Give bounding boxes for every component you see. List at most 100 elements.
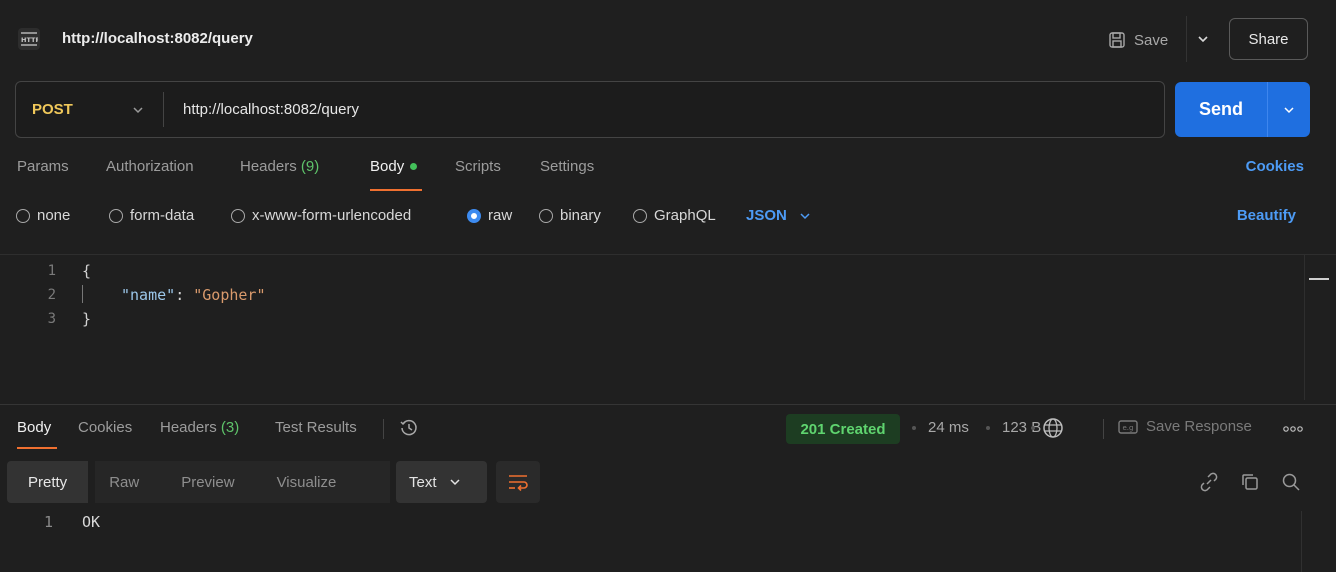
tab-settings[interactable]: Settings	[540, 158, 594, 175]
save-response-icon: e.g	[1118, 419, 1138, 434]
radio-label: GraphQL	[654, 207, 716, 224]
tab-body-label: Body	[370, 158, 405, 175]
response-scrollbar[interactable]	[1301, 511, 1302, 572]
response-body-text[interactable]: OK	[82, 513, 100, 531]
format-select[interactable]: JSON	[746, 207, 811, 224]
separator-dot	[986, 426, 990, 430]
radio-circle	[109, 208, 123, 223]
radio-label: raw	[488, 207, 513, 224]
editor-scrollbar[interactable]	[1304, 255, 1336, 400]
response-tab-body[interactable]: Body	[17, 419, 51, 436]
radio-binary[interactable]: binary	[539, 207, 601, 224]
radio-form-data[interactable]: form-data	[109, 207, 194, 224]
word-wrap-button[interactable]	[496, 461, 540, 503]
save-response-button[interactable]: e.g Save Response	[1118, 418, 1252, 435]
cookies-link[interactable]: Cookies	[1246, 158, 1304, 175]
tab-headers[interactable]: Headers (9)	[240, 158, 319, 175]
save-response-label: Save Response	[1146, 418, 1252, 435]
response-tab-headers[interactable]: Headers (3)	[160, 419, 239, 436]
tab-body[interactable]: Body	[370, 158, 418, 175]
radio-urlencoded[interactable]: x-www-form-urlencoded	[231, 207, 411, 224]
tab-authorization[interactable]: Authorization	[106, 158, 194, 175]
history-icon[interactable]	[398, 417, 420, 439]
code-open-brace: {	[82, 262, 92, 280]
copy-icon[interactable]	[1240, 472, 1260, 492]
radio-graphql[interactable]: GraphQL	[633, 207, 716, 224]
radio-label: none	[37, 207, 71, 224]
json-colon: :	[175, 286, 194, 304]
line-number: 3	[47, 311, 56, 327]
radio-label: form-data	[130, 207, 195, 224]
radio-circle	[539, 208, 553, 223]
save-button[interactable]: Save	[1108, 24, 1168, 56]
chevron-down-icon	[1284, 106, 1294, 113]
url-bar: POST http://localhost:8082/query	[15, 81, 1165, 138]
indent-guide	[82, 285, 83, 303]
modified-dot	[410, 162, 418, 170]
radio-raw[interactable]: raw	[467, 207, 512, 224]
scrollbar-thumb[interactable]	[1309, 278, 1329, 280]
response-tab-headers-label: Headers	[160, 419, 217, 436]
body-type-options: none form-data x-www-form-urlencoded raw…	[0, 207, 1336, 229]
word-wrap-icon	[509, 475, 528, 491]
radio-label: x-www-form-urlencoded	[252, 207, 412, 224]
radio-circle	[633, 208, 647, 223]
chevron-down-icon[interactable]	[132, 104, 144, 116]
view-tab-raw[interactable]: Raw	[88, 461, 160, 503]
separator-dot	[912, 426, 916, 430]
send-button[interactable]: Send	[1175, 82, 1310, 137]
divider	[163, 92, 164, 127]
response-size[interactable]: 123 B	[1002, 419, 1041, 436]
svg-text:HTTP: HTTP	[21, 36, 38, 44]
response-line-number: 1	[44, 513, 54, 531]
line-number: 2	[47, 287, 56, 303]
url-input[interactable]: http://localhost:8082/query	[183, 101, 359, 118]
request-tabs: Params Authorization Headers (9) Body Sc…	[0, 158, 1336, 188]
method-select[interactable]: POST	[32, 101, 73, 118]
link-icon[interactable]	[1199, 472, 1219, 492]
request-body-editor[interactable]	[0, 254, 1336, 404]
send-options-button[interactable]	[1268, 104, 1310, 116]
send-label[interactable]: Send	[1175, 99, 1267, 120]
code-line-2: "name": "Gopher"	[121, 286, 266, 304]
line-number: 1	[47, 263, 56, 279]
format-label: JSON	[746, 207, 787, 224]
view-tab-visualize[interactable]: Visualize	[256, 461, 358, 503]
view-tab-preview[interactable]: Preview	[160, 461, 255, 503]
response-headers-count: (3)	[220, 419, 240, 436]
radio-none[interactable]: none	[16, 207, 70, 224]
response-format-label: Text	[409, 473, 437, 491]
chevron-down-icon	[449, 479, 460, 486]
divider	[1186, 16, 1187, 62]
more-options-icon[interactable]	[1283, 425, 1303, 433]
active-tab-indicator	[370, 189, 422, 191]
globe-icon[interactable]	[1041, 416, 1065, 440]
response-format-select[interactable]: Text	[396, 461, 487, 503]
share-button[interactable]: Share	[1229, 18, 1308, 60]
separator-dot	[1031, 426, 1035, 430]
save-icon	[1109, 32, 1125, 48]
response-time[interactable]: 24 ms	[928, 419, 969, 436]
panel-divider[interactable]	[0, 404, 1336, 405]
search-icon[interactable]	[1281, 472, 1301, 492]
beautify-link[interactable]: Beautify	[1237, 207, 1296, 224]
radio-circle-selected	[467, 208, 481, 223]
headers-count: (9)	[300, 158, 320, 175]
radio-circle	[16, 208, 30, 223]
json-value: "Gopher"	[193, 286, 266, 304]
tab-scripts[interactable]: Scripts	[455, 158, 501, 175]
response-tab-cookies[interactable]: Cookies	[78, 419, 132, 436]
tab-params[interactable]: Params	[17, 158, 69, 175]
request-title[interactable]: http://localhost:8082/query	[62, 30, 253, 47]
view-tab-pretty[interactable]: Pretty	[7, 461, 89, 503]
response-tab-test-results[interactable]: Test Results	[275, 419, 357, 436]
status-badge[interactable]: 201 Created	[786, 414, 900, 444]
json-key: "name"	[121, 286, 176, 304]
chevron-down-icon[interactable]	[1196, 32, 1210, 46]
response-view-tabs: Pretty Raw Preview Visualize	[7, 461, 357, 503]
save-label: Save	[1134, 31, 1169, 49]
title-bar: HTTP http://localhost:8082/query Save Sh…	[0, 0, 1336, 78]
divider	[383, 419, 384, 439]
tab-headers-label: Headers	[240, 158, 297, 175]
http-icon: HTTP	[18, 28, 40, 50]
